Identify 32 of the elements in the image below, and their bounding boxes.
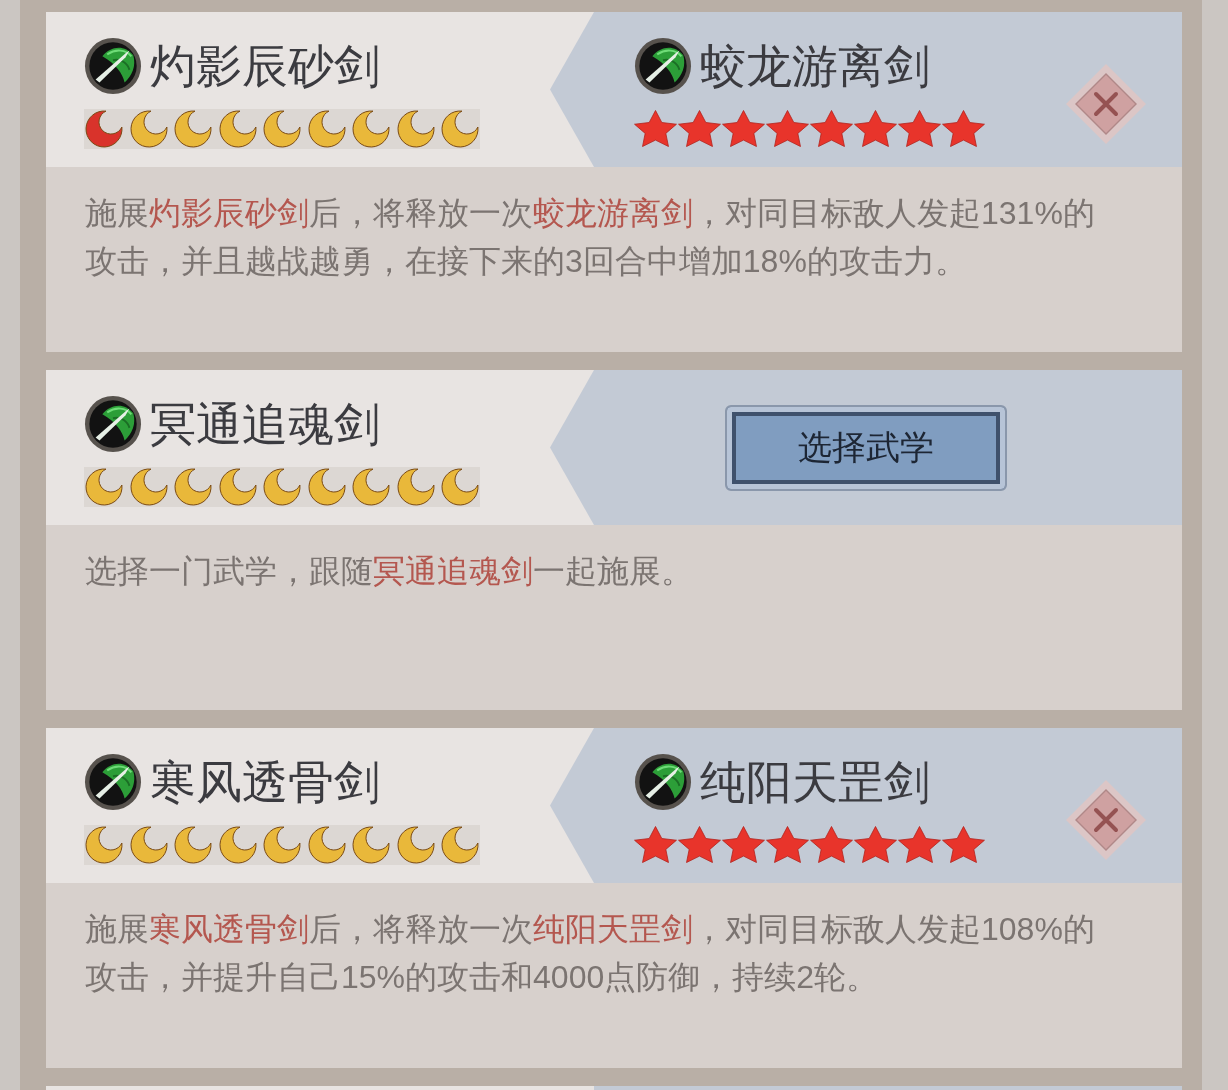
star-icon xyxy=(942,826,985,863)
paired-skill-name: 纯阳天罡剑 xyxy=(700,755,930,810)
select-skill-button[interactable]: 选择武学 xyxy=(725,404,1007,491)
close-icon xyxy=(1093,91,1119,117)
blade-icon xyxy=(84,753,142,811)
skill-name: 寒风透骨剑 xyxy=(150,755,380,810)
star-icon xyxy=(678,826,721,863)
star-icon xyxy=(898,110,941,147)
star-icon xyxy=(634,826,677,863)
star-icon xyxy=(810,826,853,863)
skill-description: 施展寒风透骨剑后，将释放一次纯阳天罡剑，对同目标敌人发起108%的攻击，并提升自己15%的攻击和4000点防御，持续2轮。 xyxy=(85,910,1096,997)
skill-name: 灼影辰砂剑 xyxy=(150,39,380,94)
star-icon xyxy=(942,110,985,147)
paired-skill-name: 蛟龙游离剑 xyxy=(700,39,930,94)
star-icon xyxy=(634,110,677,147)
star-icon xyxy=(854,110,897,147)
star-icon xyxy=(722,826,765,863)
blade-icon xyxy=(634,37,692,95)
star-icon xyxy=(810,110,853,147)
star-icon xyxy=(722,110,765,147)
skill-description: 选择一门武学，跟随冥通追魂剑一起施展。 xyxy=(85,552,694,591)
blade-icon xyxy=(634,753,692,811)
star-icon xyxy=(678,110,721,147)
skill-name: 冥通追魂剑 xyxy=(150,397,380,452)
skill-description: 施展灼影辰砂剑后，将释放一次蛟龙游离剑，对同目标敌人发起131%的攻击，并且越战越勇，在接下来的3回合中增加18%的攻击力。 xyxy=(85,194,1096,281)
star-icon xyxy=(766,826,809,863)
star-icon xyxy=(898,826,941,863)
blade-icon xyxy=(84,37,142,95)
blade-icon xyxy=(84,395,142,453)
star-icon xyxy=(854,826,897,863)
close-icon xyxy=(1093,807,1119,833)
star-icon xyxy=(766,110,809,147)
